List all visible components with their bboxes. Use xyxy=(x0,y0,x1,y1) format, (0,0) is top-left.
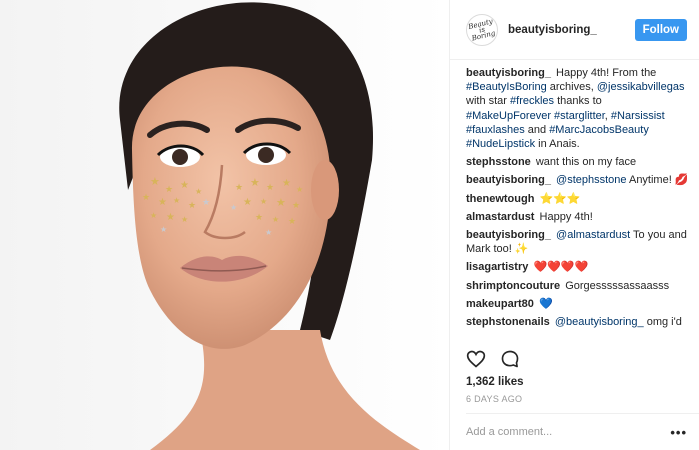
action-bar xyxy=(466,349,520,372)
comment-bubble-icon[interactable] xyxy=(500,349,520,372)
svg-text:★: ★ xyxy=(165,184,173,194)
comment-text: want this on my face xyxy=(535,156,637,169)
comment-text: Happy 4th! From the xyxy=(556,67,657,79)
avatar-logo-text: Beauty is Boring xyxy=(467,16,497,43)
svg-text:★: ★ xyxy=(235,182,243,192)
right-iris xyxy=(258,147,274,163)
post-sidebar: Beauty is Boring beautyisboring_ Follow … xyxy=(449,0,699,450)
comment-item: makeupart80 💙 xyxy=(466,297,689,311)
comment-text: ⭐⭐⭐ xyxy=(539,192,581,205)
comment-item: thenewtough ⭐⭐⭐ xyxy=(466,192,689,206)
comment-author[interactable]: beautyisboring_ xyxy=(466,229,551,241)
post-date[interactable]: 6 DAYS AGO xyxy=(466,394,522,404)
comment-item: almastardust Happy 4th! xyxy=(466,210,689,224)
svg-text:★: ★ xyxy=(158,197,167,208)
comment-text: 💙 xyxy=(538,297,553,310)
comment-item: lisagartistry ❤️❤️❤️❤️ xyxy=(466,260,689,274)
comment-text: ❤️❤️❤️❤️ xyxy=(533,261,589,274)
svg-text:★: ★ xyxy=(142,192,150,202)
svg-text:★: ★ xyxy=(250,177,260,189)
svg-text:★: ★ xyxy=(260,197,267,206)
svg-text:★: ★ xyxy=(195,187,202,196)
comment-item: stephstonenails @beautyisboring_ omg i'd xyxy=(466,315,689,329)
svg-text:★: ★ xyxy=(243,197,252,208)
svg-text:★: ★ xyxy=(230,203,237,212)
comment-author[interactable]: almastardust xyxy=(466,211,534,223)
comment-item: stephsstone want this on my face xyxy=(466,155,689,169)
comment-text: thanks to xyxy=(554,95,602,108)
hashtag-link[interactable]: #starglitter xyxy=(554,110,605,122)
comment-author[interactable]: thenewtough xyxy=(466,193,534,205)
hashtag-link[interactable]: #Narsissist xyxy=(611,110,665,122)
comment-text: omg i'd xyxy=(643,316,682,329)
comment-text: archives, xyxy=(546,81,597,94)
svg-text:★: ★ xyxy=(272,215,279,224)
svg-text:★: ★ xyxy=(150,211,157,220)
comment-author[interactable]: stephstonenails xyxy=(466,316,550,328)
svg-text:★: ★ xyxy=(150,176,160,188)
svg-text:★: ★ xyxy=(181,215,188,224)
hashtag-link[interactable]: #BeautyIsBoring xyxy=(466,81,547,93)
avatar[interactable]: Beauty is Boring xyxy=(466,13,498,46)
hashtag-link[interactable]: #fauxlashes xyxy=(466,124,525,136)
comment-author[interactable]: shrimptoncouture xyxy=(466,280,560,292)
svg-text:★: ★ xyxy=(266,182,274,192)
author-username[interactable]: beautyisboring_ xyxy=(508,24,635,36)
svg-text:★: ★ xyxy=(282,178,291,189)
portrait-illustration: ★ ★ ★ ★ ★ ★ ★ ★ ★ ★ ★ ★ ★ ★ ★ ★ ★ ★ ★ ★ xyxy=(0,0,449,450)
hashtag-link[interactable]: #MarcJacobsBeauty xyxy=(549,124,649,136)
heart-icon[interactable] xyxy=(466,349,486,372)
svg-text:★: ★ xyxy=(255,212,263,222)
comment-items: stephsstone want this on my face beautyis… xyxy=(466,155,689,329)
svg-text:★: ★ xyxy=(296,185,303,194)
ear-shape xyxy=(311,160,339,220)
hashtag-link[interactable]: @beautyisboring_ xyxy=(555,316,644,328)
comment-author[interactable]: makeupart80 xyxy=(466,298,534,310)
comment-item: beautyisboring_ @almastardust To you and… xyxy=(466,228,689,256)
svg-text:★: ★ xyxy=(276,197,286,209)
comment-input[interactable] xyxy=(466,426,671,438)
svg-text:★: ★ xyxy=(160,225,167,234)
svg-text:★: ★ xyxy=(202,197,210,207)
svg-text:★: ★ xyxy=(166,212,175,223)
hashtag-link[interactable]: #NudeLipstick xyxy=(466,138,535,150)
comment-text: and xyxy=(524,123,550,136)
comment-author[interactable]: stephsstone xyxy=(466,156,531,168)
add-comment-bar: ••• xyxy=(466,413,699,450)
follow-button[interactable]: Follow xyxy=(634,18,687,41)
svg-text:★: ★ xyxy=(265,228,272,237)
hashtag-link[interactable]: #MakeUpForever xyxy=(466,110,551,122)
left-iris xyxy=(172,149,188,165)
comment-text: Gorgesssssassaasss xyxy=(565,279,670,292)
comment-item: beautyisboring_ @stephsstone Anytime! 💋 xyxy=(466,173,689,187)
comment-text: Happy 4th! xyxy=(539,210,593,223)
more-options-icon[interactable]: ••• xyxy=(670,425,687,440)
hashtag-link[interactable]: @stephsstone xyxy=(556,174,627,186)
svg-text:★: ★ xyxy=(180,180,189,191)
comment-text: Anytime! 💋 xyxy=(626,174,689,187)
svg-text:★: ★ xyxy=(173,196,180,205)
comment-text: with star xyxy=(466,95,511,108)
like-count[interactable]: 1,362 likes xyxy=(466,376,524,388)
comment-author[interactable]: lisagartistry xyxy=(466,261,528,273)
comment-author[interactable]: beautyisboring_ xyxy=(466,174,551,186)
comment-list: beautyisboring_ Happy 4th! From the #Bea… xyxy=(450,60,699,343)
comment-author[interactable]: beautyisboring_ xyxy=(466,67,551,79)
post-header: Beauty is Boring beautyisboring_ Follow xyxy=(450,0,699,60)
hashtag-link[interactable]: #freckles xyxy=(510,95,554,107)
post-photo[interactable]: ★ ★ ★ ★ ★ ★ ★ ★ ★ ★ ★ ★ ★ ★ ★ ★ ★ ★ ★ ★ xyxy=(0,0,449,450)
svg-text:★: ★ xyxy=(188,200,196,210)
hashtag-link[interactable]: @almastardust xyxy=(556,229,630,241)
hashtag-link[interactable]: @jessikabvillegas xyxy=(597,81,685,93)
svg-text:★: ★ xyxy=(292,200,300,210)
svg-text:★: ★ xyxy=(288,216,296,226)
comment-item: shrimptoncouture Gorgesssssassaasss xyxy=(466,279,689,293)
instagram-post: ★ ★ ★ ★ ★ ★ ★ ★ ★ ★ ★ ★ ★ ★ ★ ★ ★ ★ ★ ★ xyxy=(0,0,699,450)
comment-text: in Anais. xyxy=(535,138,580,151)
caption: beautyisboring_ Happy 4th! From the #Bea… xyxy=(466,66,689,151)
